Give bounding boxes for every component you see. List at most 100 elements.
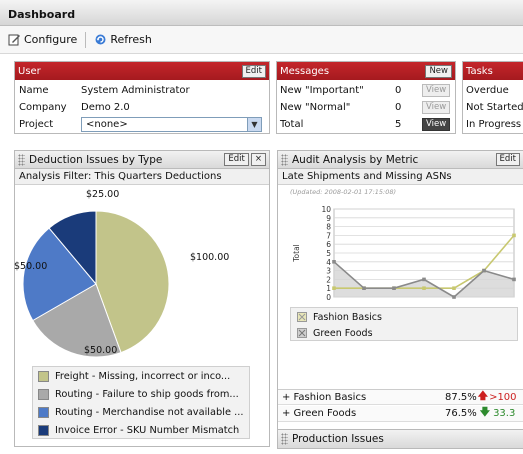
configure-icon [8,34,20,46]
metric-name: + Fashion Basics [282,391,367,403]
series-point[interactable] [512,233,516,238]
checkbox-icon[interactable] [297,328,307,338]
task-row[interactable]: In Progress [466,116,523,133]
configure-label: Configure [24,33,78,46]
page-title: Dashboard [8,8,76,21]
message-label: New "Important" [280,85,364,96]
audit-edit-button[interactable]: Edit [495,153,520,166]
updated-timestamp: (Updated: 2008-02-01 17:15:08) [290,188,397,196]
y-tick-label: 4 [326,258,331,267]
tasks-panel-header: Tasks [463,62,523,80]
pie-legend: Freight - Missing, incorrect or inco... R… [32,366,250,439]
user-panel: User Edit Name System Administrator Comp… [14,61,270,134]
arrow-down-icon: 🡇 [479,407,491,418]
toolbar-divider [85,31,87,48]
view-button[interactable]: View [422,101,451,114]
metric-value: 87.5% [445,391,477,403]
message-count: 0 [395,102,402,113]
pie-slice-label: $50.00 [84,345,117,356]
audit-gadget: Audit Analysis by Metric Edit Late Shipm… [277,150,523,447]
y-tick-label: 1 [326,284,331,293]
legend-label: Fashion Basics [313,311,382,323]
audit-gadget-title: Audit Analysis by Metric [292,153,419,166]
metric-row[interactable]: + Fashion Basics 87.5% 🡅 >100 [278,389,523,405]
audit-line-chart: 012345678910 Total [292,205,516,302]
y-tick-label: 0 [326,293,331,302]
series-point[interactable] [512,277,516,282]
company-value: Demo 2.0 [81,102,130,113]
production-gadget-header[interactable]: Production Issues [278,430,523,448]
message-row: New "Normal" 0 View [280,99,452,116]
messages-panel: Messages New New "Important" 0 View New … [276,61,456,134]
tasks-panel: Tasks Overdue Not Started In Progress [462,61,523,134]
y-tick-label: 7 [326,231,331,240]
series-point[interactable] [452,295,456,299]
configure-button[interactable]: Configure [8,33,77,46]
toolbar: Configure Refresh [0,26,523,54]
close-icon[interactable]: × [250,153,266,166]
tasks-panel-title: Tasks [466,65,493,77]
legend-swatch [38,370,49,382]
refresh-label: Refresh [110,33,152,46]
drag-handle-icon[interactable] [281,153,288,166]
legend-label: Green Foods [313,327,373,339]
view-button[interactable]: View [422,84,451,97]
message-row: Total 5 View [280,116,452,133]
series-point[interactable] [452,286,456,290]
legend-item[interactable]: Routing - Failure to ship goods from... [33,385,249,403]
series-point[interactable] [392,286,396,290]
drag-handle-icon[interactable] [18,153,25,166]
series-point[interactable] [332,286,336,290]
refresh-icon [95,34,106,45]
legend-item-green-foods[interactable]: Green Foods [291,326,517,340]
legend-item[interactable]: Invoice Error - SKU Number Mismatch [33,421,249,439]
user-name-row: Name System Administrator [19,82,269,99]
y-tick-label: 6 [326,240,331,249]
legend-swatch [38,388,49,400]
refresh-button[interactable]: Refresh [94,33,152,46]
drag-handle-icon[interactable] [281,433,288,445]
arrow-up-icon: 🡅 [477,390,489,402]
task-row[interactable]: Overdue [466,82,523,99]
line-legend: Fashion Basics Green Foods [290,307,518,341]
series-point[interactable] [422,286,426,290]
project-select[interactable]: <none> ▼ [81,117,262,132]
legend-label: Invoice Error - SKU Number Mismatch [55,424,240,436]
legend-label: Routing - Failure to ship goods from... [55,388,239,400]
task-label: In Progress [466,119,522,130]
y-tick-label: 9 [326,214,331,223]
deduction-edit-button[interactable]: Edit [224,153,249,166]
deduction-gadget-title: Deduction Issues by Type [29,153,163,166]
user-company-row: Company Demo 2.0 [19,99,269,116]
legend-item-fashion-basics[interactable]: Fashion Basics [291,310,517,324]
y-axis-label: Total [292,244,301,263]
user-panel-header: User Edit [15,62,269,80]
series-point[interactable] [482,268,486,273]
legend-swatch [38,406,49,418]
series-point[interactable] [422,277,426,282]
series-point[interactable] [332,260,336,264]
view-button[interactable]: View [422,118,451,131]
analysis-filter: Analysis Filter: This Quarters Deduction… [15,169,269,185]
user-project-row: Project <none> ▼ [19,116,269,133]
metric-name: + Green Foods [282,408,357,419]
series-point[interactable] [362,286,366,290]
y-tick-label: 3 [326,267,331,276]
audit-gadget-header[interactable]: Audit Analysis by Metric Edit [278,151,523,169]
metric-row[interactable]: + Green Foods 76.5% 🡇 33.3 [278,406,523,422]
legend-item[interactable]: Freight - Missing, incorrect or inco... [33,367,249,385]
metric-trend: >100 [489,391,517,403]
legend-item[interactable]: Routing - Merchandise not available ... [33,403,249,421]
deduction-gadget-header[interactable]: Deduction Issues by Type Edit × [15,151,269,169]
message-label: New "Normal" [280,102,351,113]
company-label: Company [19,102,67,113]
user-panel-title: User [18,65,41,77]
user-edit-button[interactable]: Edit [241,64,266,78]
checkbox-icon[interactable] [297,312,307,322]
chevron-down-icon[interactable]: ▼ [247,118,261,131]
new-message-button[interactable]: New [425,64,452,78]
project-label: Project [19,119,54,130]
messages-panel-title: Messages [280,65,330,77]
deduction-pie-chart: $100.00 $50.00 $50.00 $25.00 [14,189,229,358]
task-row[interactable]: Not Started [466,99,523,116]
